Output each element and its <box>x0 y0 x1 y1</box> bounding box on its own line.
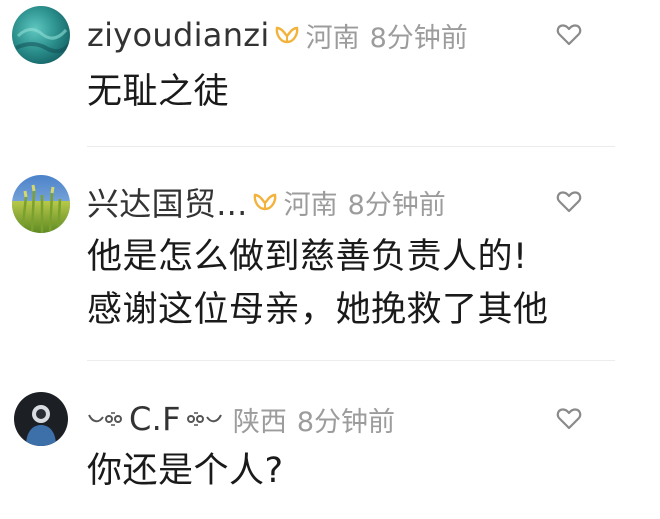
comment-meta: C.F 陕西 8分钟前 <box>87 397 395 441</box>
comment-text: 你还是个人? <box>87 445 284 498</box>
avatar-image <box>12 175 70 233</box>
vip-badge-icon <box>253 193 276 211</box>
avatar-image <box>12 6 70 64</box>
avatar-image <box>14 392 68 446</box>
comment-line: 感谢这位母亲，她挽救了其他 <box>87 290 549 330</box>
heart-icon[interactable] <box>556 407 582 431</box>
comment-line: 他是怎么做到慈善负责人的! <box>87 237 528 277</box>
location: 河南 <box>305 22 360 54</box>
divider <box>87 146 615 147</box>
username[interactable]: ziyoudianzi <box>87 16 270 54</box>
location: 陕西 <box>232 406 287 438</box>
avatar[interactable] <box>12 6 70 64</box>
ornament-icon <box>186 412 222 426</box>
comment-text: 无耻之徒 <box>87 66 229 119</box>
comment-meta: ziyoudianzi 河南 8分钟前 <box>87 13 468 57</box>
username[interactable]: C.F <box>129 400 181 438</box>
username[interactable]: 兴达国贸... <box>87 179 248 225</box>
divider <box>87 360 615 361</box>
heart-icon[interactable] <box>556 190 582 214</box>
comment-line: 无耻之徒 <box>87 72 230 112</box>
vip-badge-icon <box>275 26 298 44</box>
avatar[interactable] <box>14 392 68 446</box>
location: 河南 <box>283 189 338 221</box>
avatar[interactable] <box>12 175 70 233</box>
heart-icon[interactable] <box>556 23 582 47</box>
comment-line: 你还是个人? <box>87 451 284 491</box>
ornament-icon <box>88 412 122 426</box>
timestamp: 8分钟前 <box>296 406 396 438</box>
timestamp: 8分钟前 <box>369 22 468 54</box>
comment-meta: 兴达国贸... 河南 8分钟前 <box>87 180 446 224</box>
timestamp: 8分钟前 <box>347 189 446 221</box>
comment-text: 他是怎么做到慈善负责人的! 感谢这位母亲，她挽救了其他 <box>87 231 549 337</box>
